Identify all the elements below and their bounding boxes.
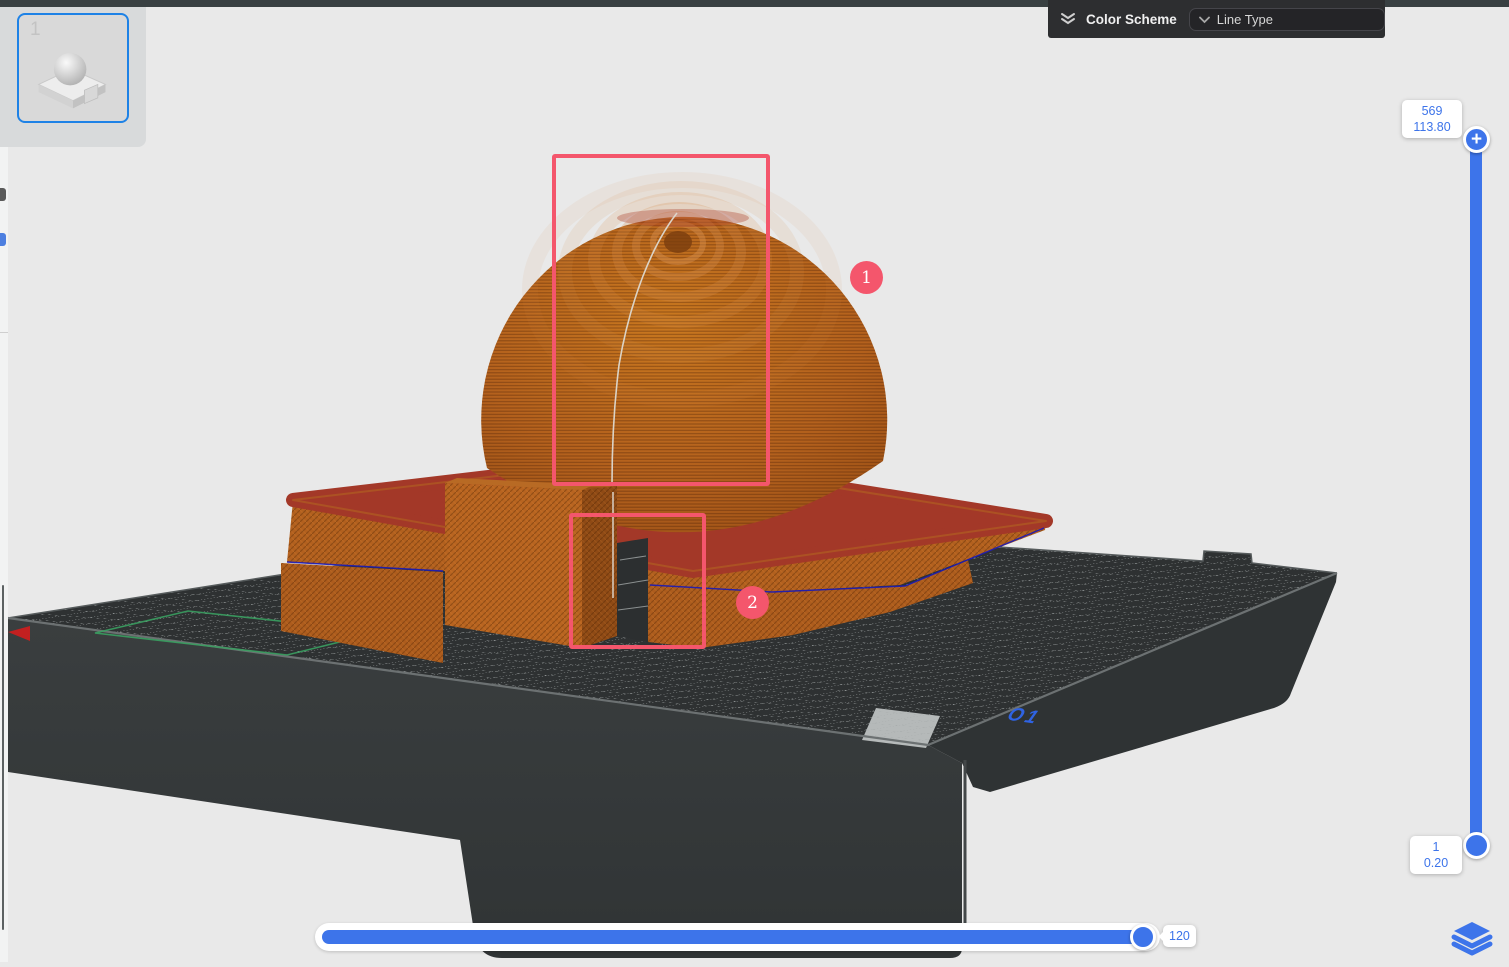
sidebar-divider	[0, 332, 8, 333]
annotation-rect-2	[569, 513, 706, 649]
left-scrollbar[interactable]	[2, 585, 4, 930]
view-mode-value: Line Type	[1217, 12, 1273, 27]
layers-stack-icon[interactable]	[1450, 916, 1494, 960]
annotation-rect-1	[552, 154, 770, 486]
annotation-badge-2: 2	[736, 586, 769, 619]
step-slider-tooltip: 120	[1163, 925, 1196, 947]
top-layer-height: 113.80	[1408, 119, 1456, 135]
plate-thumbnail[interactable]: 1	[17, 13, 129, 123]
chevron-down-icon	[1199, 16, 1210, 24]
bottom-layer-number: 1	[1416, 839, 1456, 855]
collapse-panel-icon[interactable]	[1060, 12, 1076, 26]
plate-list-panel: 1	[0, 7, 146, 147]
color-scheme-label: Color Scheme	[1086, 12, 1177, 27]
sidebar-tool-icon-active[interactable]	[0, 233, 6, 246]
sidebar-tool-icon[interactable]	[0, 188, 6, 201]
step-slider-handle[interactable]	[1130, 924, 1156, 950]
plate-preview-image	[25, 31, 121, 115]
step-slider-fill	[322, 930, 1142, 944]
layer-slider-bottom-handle[interactable]	[1463, 832, 1490, 859]
layer-slider-bottom-tooltip: 1 0.20	[1410, 836, 1462, 874]
layer-slider-track[interactable]	[1470, 139, 1482, 845]
bottom-layer-height: 0.20	[1416, 855, 1456, 871]
color-scheme-panel: Color Scheme Line Type	[1048, 0, 1385, 38]
view-mode-dropdown[interactable]: Line Type	[1189, 8, 1385, 31]
layer-slider-top-tooltip: 569 113.80	[1402, 100, 1462, 138]
layer-slider-top-handle[interactable]: +	[1463, 126, 1490, 153]
top-layer-number: 569	[1408, 103, 1456, 119]
step-value: 120	[1169, 929, 1190, 943]
annotation-badge-1: 1	[850, 261, 883, 294]
